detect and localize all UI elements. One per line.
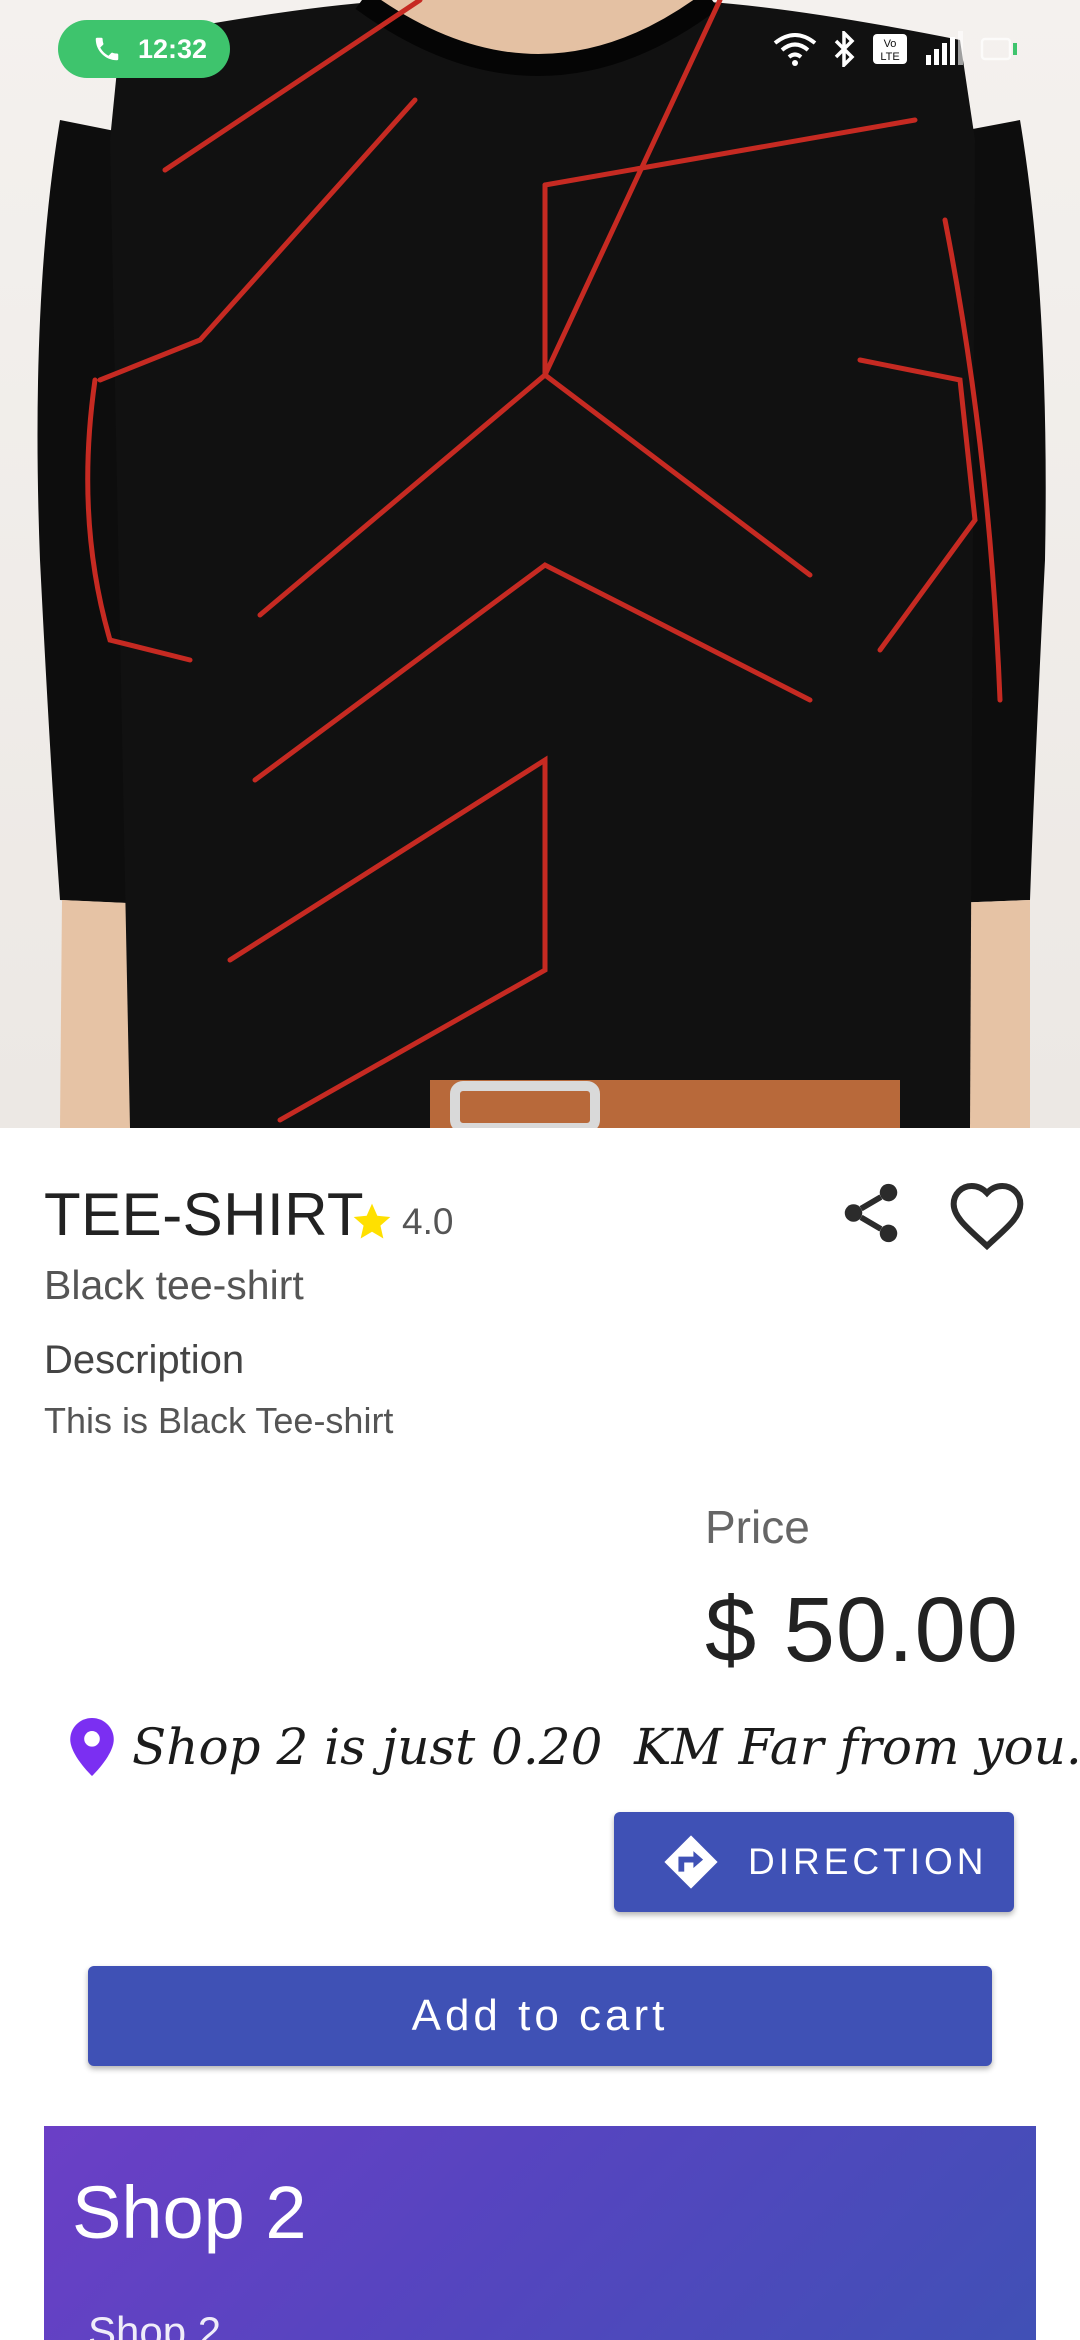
- shop-subtitle: Shop 2: [88, 2308, 222, 2340]
- product-title: TEE-SHIRT: [44, 1181, 365, 1248]
- rating-value: 4.0: [402, 1201, 454, 1242]
- svg-text:LTE: LTE: [880, 51, 899, 63]
- product-rating: 4.0: [350, 1200, 453, 1244]
- volte-icon: Vo LTE: [873, 34, 907, 64]
- star-icon: [353, 1203, 391, 1239]
- shop-title: Shop 2: [72, 2171, 307, 2254]
- price-value: $ 50.00: [705, 1579, 1019, 1681]
- price-label: Price: [705, 1501, 810, 1553]
- description-label: Description: [44, 1338, 245, 1382]
- product-detail-screen: 12:32 Vo LTE TEE-SHIRT 4.0 Black tee-shi…: [0, 0, 1080, 2340]
- add-to-cart-button[interactable]: Add to cart: [88, 1966, 992, 2066]
- shop-card[interactable]: Shop 2 Shop 2: [44, 2126, 1036, 2340]
- location-pin-icon: [70, 1718, 114, 1776]
- direction-label: DIRECTION: [748, 1841, 988, 1882]
- heart-outline-icon[interactable]: [944, 1176, 1030, 1256]
- product-image: [0, 0, 1080, 1128]
- status-time: 12:32: [138, 33, 208, 64]
- signal-icon: [926, 31, 963, 65]
- bluetooth-icon: [834, 31, 855, 67]
- description-text: This is Black Tee-shirt: [44, 1400, 394, 1441]
- battery-icon: [980, 37, 1017, 61]
- product-subtitle: Black tee-shirt: [44, 1262, 304, 1308]
- ongoing-call-pill[interactable]: 12:32: [58, 20, 230, 78]
- svg-text:Vo: Vo: [884, 38, 897, 50]
- tee-shirt-illustration: [37, 0, 1046, 1128]
- direction-button[interactable]: DIRECTION: [614, 1812, 1014, 1912]
- turn-right-diamond-icon: [664, 1835, 718, 1889]
- status-icons: Vo LTE: [772, 24, 1020, 74]
- wifi-icon: [773, 33, 817, 66]
- distance-text: Shop 2 is just 0.20 KM Far from you.: [132, 1718, 1080, 1776]
- share-icon[interactable]: [836, 1176, 906, 1250]
- shop-distance: Shop 2 is just 0.20 KM Far from you.: [70, 1718, 1080, 1776]
- phone-icon: [95, 37, 119, 61]
